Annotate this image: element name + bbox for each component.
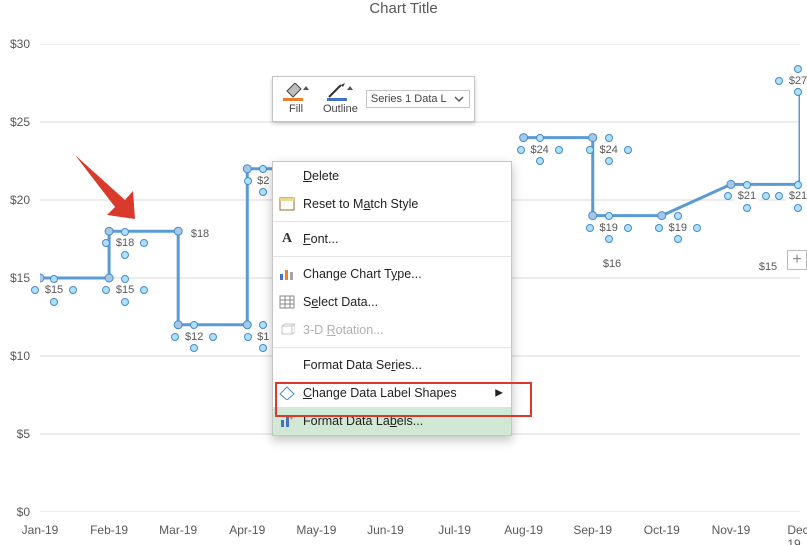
extra-label-18: $18	[188, 227, 212, 241]
chart-type-icon	[279, 267, 295, 281]
data-label[interactable]: $2	[254, 174, 272, 188]
x-tick-label: Apr-19	[229, 523, 265, 537]
data-label[interactable]: $18	[113, 236, 137, 250]
menu-item-select-data[interactable]: Select Data...	[273, 288, 511, 316]
extra-label-16: $16	[600, 257, 624, 271]
data-label[interactable]: $15	[113, 283, 137, 297]
x-tick-label: Jun-19	[367, 523, 404, 537]
data-label[interactable]: $19	[666, 221, 690, 235]
data-label[interactable]: $24	[527, 143, 551, 157]
reset-icon	[279, 197, 295, 211]
x-tick-label: Nov-19	[712, 523, 751, 537]
data-label[interactable]: $27	[786, 74, 807, 88]
x-tick-label: Feb-19	[90, 523, 128, 537]
data-label[interactable]: $15	[42, 283, 66, 297]
menu-item-3d-rotation: 3-D Rotation...	[273, 316, 511, 344]
callout-arrow	[75, 155, 145, 225]
chart-title[interactable]: Chart Title	[0, 0, 807, 17]
series-selector-value: Series 1 Data L	[371, 93, 447, 105]
x-tick-label: Mar-19	[159, 523, 197, 537]
data-label[interactable]: $1	[254, 330, 272, 344]
x-tick-label: Sep-19	[573, 523, 612, 537]
shape-icon	[279, 386, 295, 400]
series-selector[interactable]: Series 1 Data L	[366, 90, 470, 108]
chart-canvas: Chart Title $0 $5 $10 $15 $20 $25 $30 Jan-19 Fe…	[0, 0, 807, 545]
y-tick-label: $10	[10, 349, 30, 363]
y-tick-label: $25	[10, 115, 30, 129]
menu-item-format-data-labels[interactable]: Format Data Labels...	[273, 407, 511, 435]
x-tick-label: Aug-19	[504, 523, 543, 537]
data-label[interactable]: $21	[786, 189, 807, 203]
fill-button[interactable]: Fill	[277, 81, 315, 117]
format-labels-icon	[279, 414, 295, 428]
chevron-down-icon	[453, 93, 465, 105]
mini-toolbar: Fill Outline Series 1 Data L	[272, 76, 475, 122]
fill-label: Fill	[289, 103, 303, 115]
extra-label-15: $15	[756, 260, 780, 274]
x-tick-label: May-19	[296, 523, 336, 537]
x-tick-label: Jan-19	[22, 523, 59, 537]
menu-item-change-chart-type[interactable]: Change Chart Type...	[273, 260, 511, 288]
x-tick-label: Oct-19	[644, 523, 680, 537]
data-label[interactable]: $24	[597, 143, 621, 157]
y-axis-labels: $0$5$10$15$20$25$30	[0, 44, 34, 512]
data-label[interactable]: $19	[597, 221, 621, 235]
data-label[interactable]: $12	[182, 330, 206, 344]
select-data-icon	[279, 295, 295, 309]
outline-button[interactable]: Outline	[317, 81, 364, 117]
data-label[interactable]: $21	[735, 189, 759, 203]
y-tick-label: $0	[17, 505, 30, 519]
menu-item-format-data-series[interactable]: Format Data Series...	[273, 351, 511, 379]
context-menu: Delete Reset to Match Style A Font... Ch…	[272, 161, 512, 436]
submenu-arrow-icon: ▶	[495, 388, 503, 399]
x-axis-labels: Jan-19Feb-19Mar-19Apr-19May-19Jun-19Jul-…	[40, 523, 807, 541]
y-tick-label: $5	[17, 427, 30, 441]
rotation-icon	[279, 323, 295, 337]
outline-label: Outline	[323, 103, 358, 115]
chart-elements-button[interactable]: +	[787, 250, 807, 270]
menu-item-change-data-label-shapes[interactable]: Change Data Label Shapes ▶	[273, 379, 511, 407]
menu-item-reset[interactable]: Reset to Match Style	[273, 190, 511, 218]
font-icon: A	[282, 231, 292, 247]
y-tick-label: $20	[10, 193, 30, 207]
x-tick-label: Jul-19	[438, 523, 471, 537]
x-tick-label: Dec-19	[787, 523, 807, 545]
menu-item-font[interactable]: A Font...	[273, 225, 511, 253]
y-tick-label: $15	[10, 271, 30, 285]
y-tick-label: $30	[10, 37, 30, 51]
menu-item-delete[interactable]: Delete	[273, 162, 511, 190]
